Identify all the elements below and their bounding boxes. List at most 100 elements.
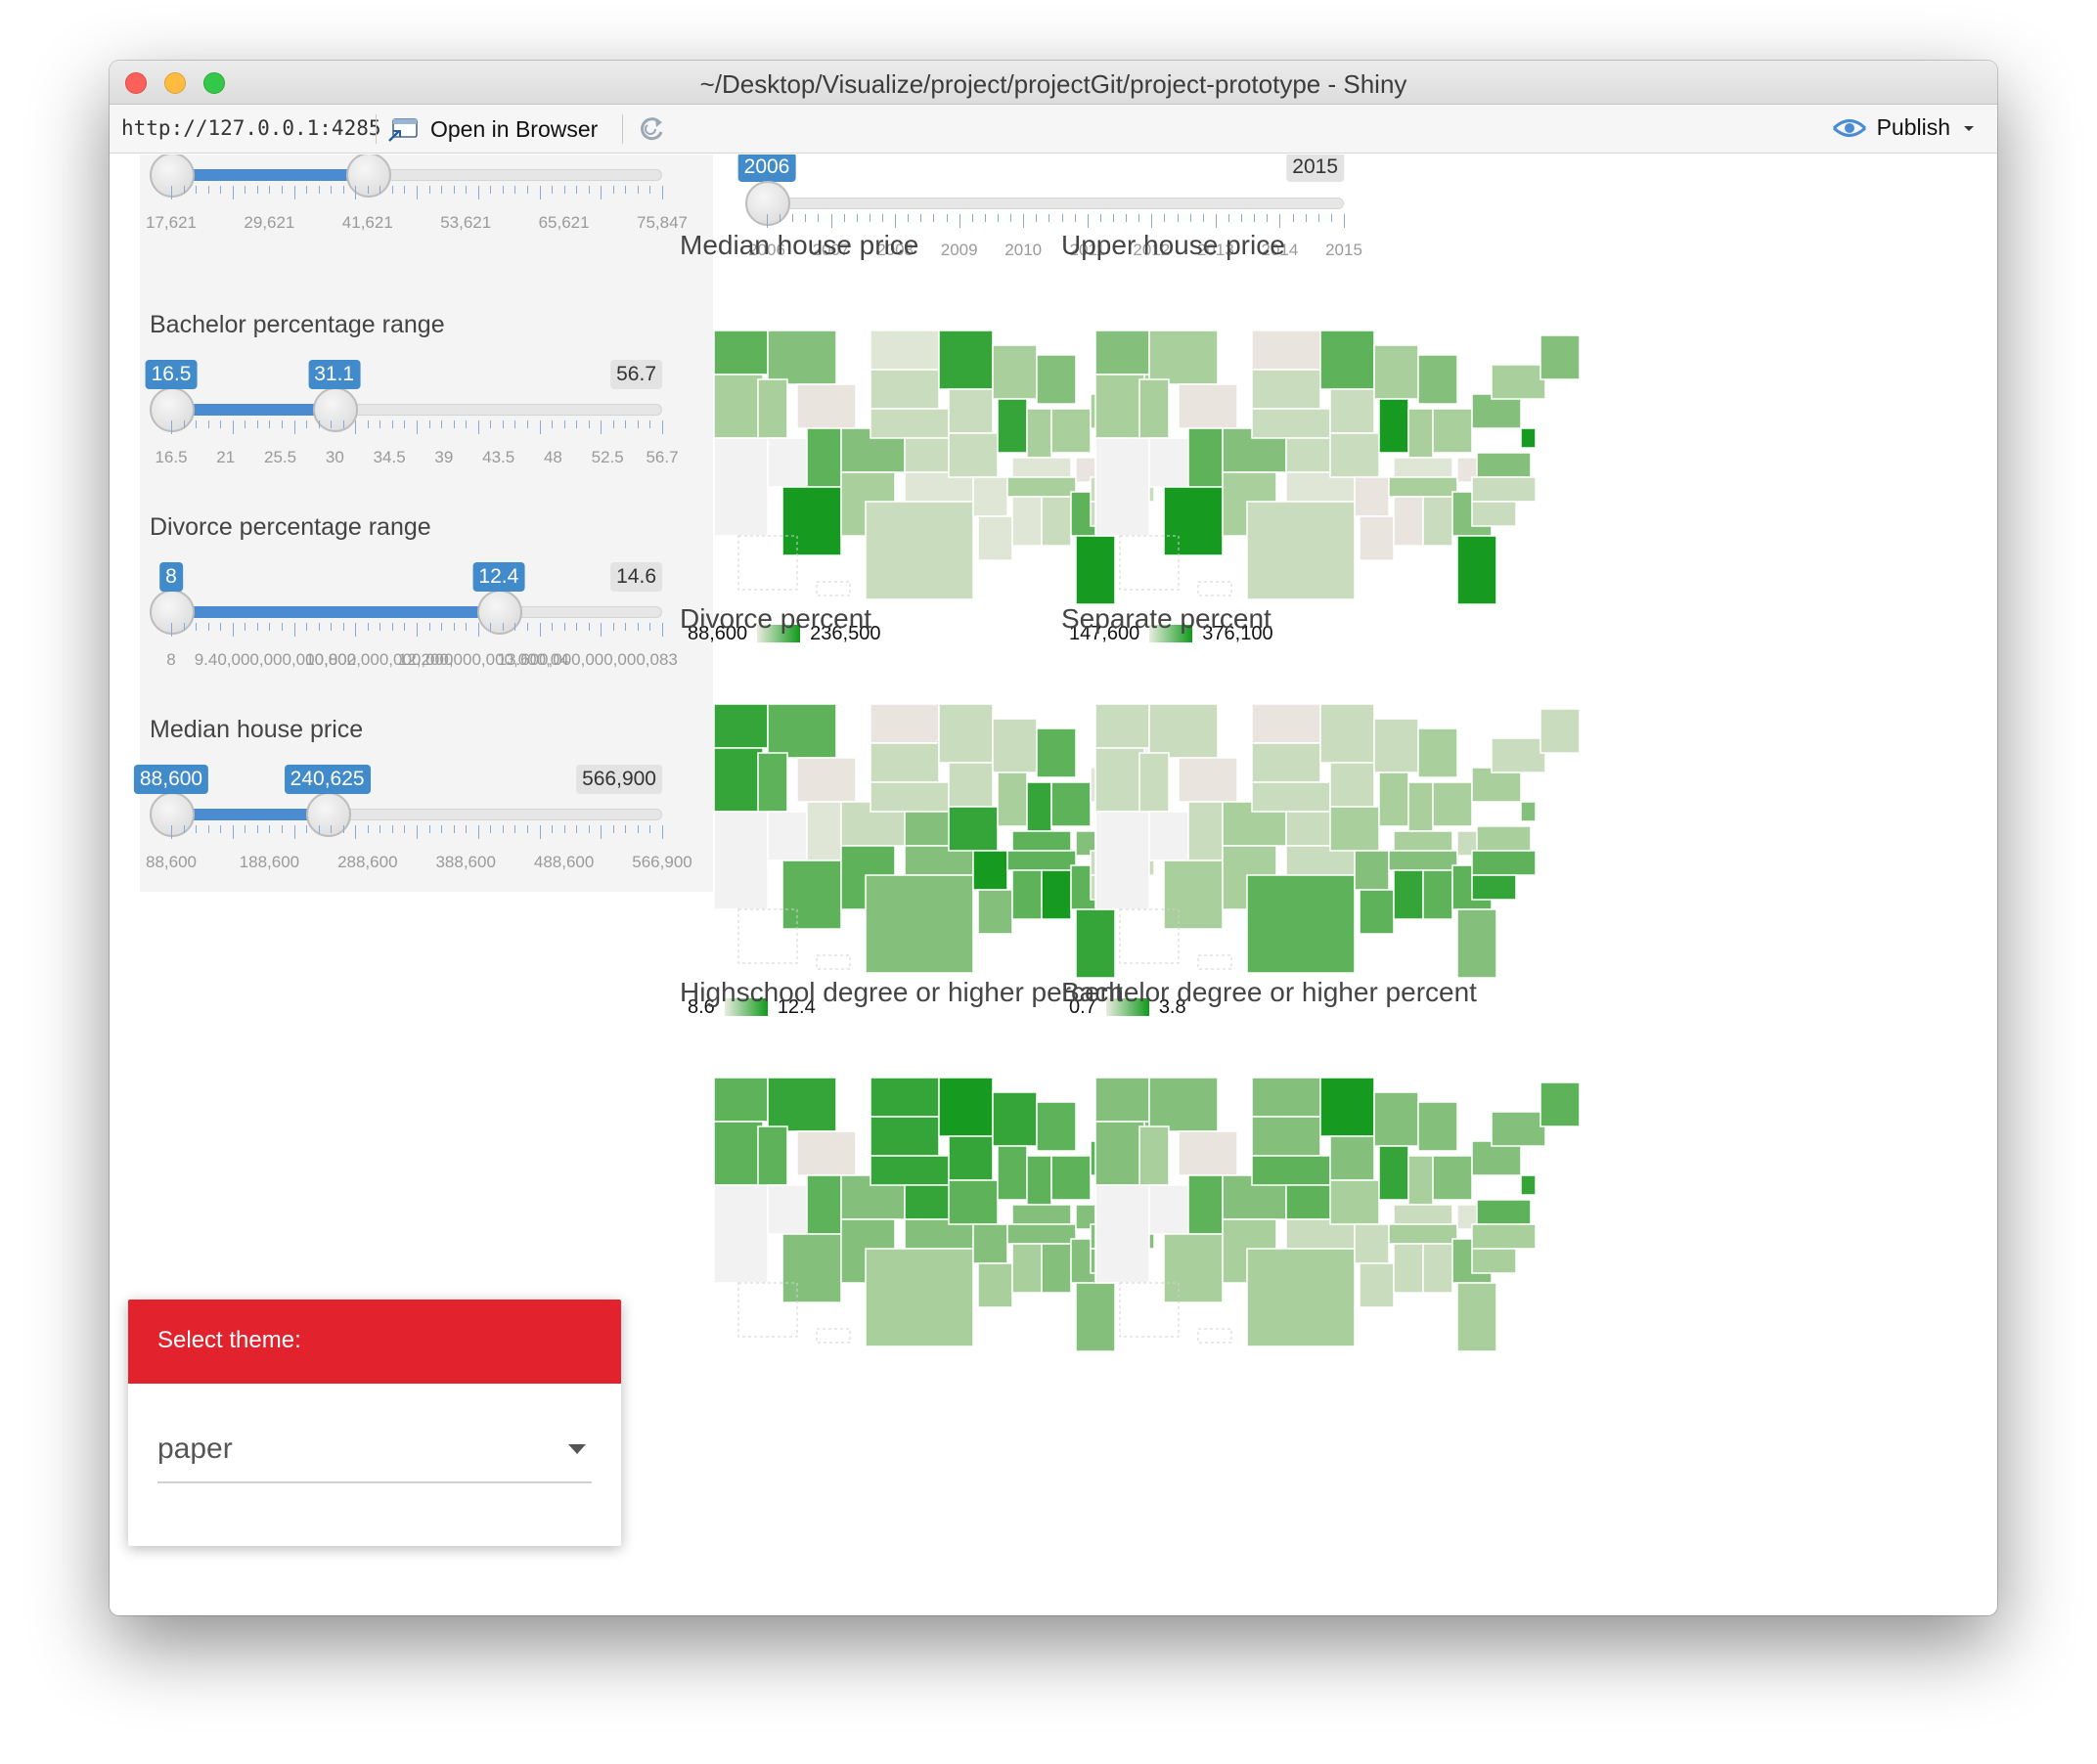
state-region-mt[interactable] [767, 1077, 837, 1132]
state-region-la[interactable] [1359, 1262, 1395, 1308]
state-region-wi[interactable] [992, 1091, 1038, 1147]
state-region-wi[interactable] [1373, 1091, 1419, 1147]
state-region-wy[interactable] [796, 383, 857, 429]
state-region-mt[interactable] [1148, 1077, 1219, 1132]
state-region-az[interactable] [1163, 1233, 1224, 1303]
slider-track[interactable] [150, 387, 662, 432]
state-region-wa[interactable] [713, 330, 769, 375]
state-region-or[interactable] [713, 1121, 764, 1186]
state-region-de[interactable] [1520, 801, 1537, 822]
state-region-ia[interactable] [1329, 388, 1375, 434]
state-region-ca[interactable] [713, 1184, 769, 1284]
state-region-nv[interactable] [1148, 1184, 1189, 1235]
us-state-map[interactable] [1081, 326, 1609, 604]
state-region-fl[interactable] [1456, 535, 1497, 604]
state-region-nv[interactable] [767, 437, 808, 488]
state-region-la[interactable] [977, 1262, 1013, 1308]
publish-button[interactable]: Publish [1832, 114, 1978, 141]
state-region-ar[interactable] [1354, 476, 1390, 517]
state-region-ia[interactable] [1329, 762, 1375, 808]
state-region-sd[interactable] [870, 1116, 940, 1157]
state-region-ky[interactable] [1011, 830, 1072, 852]
state-region-wi[interactable] [1373, 344, 1419, 400]
state-region-mi[interactable] [1417, 1101, 1458, 1152]
state-region-oh[interactable] [1432, 781, 1473, 827]
state-region-sd[interactable] [870, 742, 940, 783]
year-slider-track[interactable] [745, 181, 1344, 226]
state-region-or[interactable] [1094, 747, 1145, 813]
state-region-or[interactable] [1094, 1121, 1145, 1186]
state-region-al[interactable] [1041, 1243, 1072, 1294]
state-region-id[interactable] [757, 752, 788, 813]
state-region-de[interactable] [1520, 1174, 1537, 1196]
state-region-ky[interactable] [1393, 830, 1453, 852]
state-region-la[interactable] [977, 889, 1013, 935]
state-region-mo[interactable] [948, 1179, 999, 1225]
state-region-mt[interactable] [1148, 330, 1219, 385]
state-region-hi[interactable] [1197, 954, 1232, 970]
state-region-il[interactable] [997, 398, 1028, 454]
state-region-ca[interactable] [1094, 1184, 1150, 1284]
state-region-ne[interactable] [1251, 408, 1331, 439]
state-region-az[interactable] [1163, 860, 1224, 930]
state-region-ne[interactable] [870, 408, 950, 439]
state-region-id[interactable] [1138, 752, 1170, 813]
state-region-ca[interactable] [713, 437, 769, 537]
state-region-ne[interactable] [1251, 1155, 1331, 1186]
state-region-il[interactable] [997, 1145, 1028, 1201]
state-region-tx[interactable] [865, 874, 974, 974]
state-region-tn[interactable] [1006, 1223, 1077, 1245]
state-region-ky[interactable] [1393, 457, 1453, 478]
state-region-hi[interactable] [1197, 1328, 1232, 1344]
state-region-la[interactable] [977, 515, 1013, 561]
state-region-hi[interactable] [816, 954, 851, 970]
state-region-il[interactable] [1378, 772, 1409, 827]
state-region-tn[interactable] [1006, 476, 1077, 498]
state-region-ms[interactable] [1011, 869, 1043, 920]
state-region-in[interactable] [1407, 408, 1434, 459]
state-region-ms[interactable] [1011, 496, 1043, 547]
slider-track[interactable] [150, 792, 662, 837]
state-region-la[interactable] [1359, 889, 1395, 935]
state-region-sd[interactable] [1251, 742, 1321, 783]
state-region-va[interactable] [1476, 452, 1532, 478]
state-region-wa[interactable] [713, 1077, 769, 1123]
state-region-fl[interactable] [1456, 1282, 1497, 1351]
state-region-wa[interactable] [713, 703, 769, 749]
state-region-va[interactable] [1476, 1199, 1532, 1225]
state-region-me[interactable] [1539, 708, 1581, 754]
state-region-ia[interactable] [948, 762, 994, 808]
state-region-wy[interactable] [796, 757, 857, 803]
state-region-ar[interactable] [972, 850, 1008, 891]
state-region-sc[interactable] [1471, 1248, 1517, 1274]
state-region-mo[interactable] [948, 806, 999, 852]
state-region-in[interactable] [1026, 408, 1052, 459]
state-region-ms[interactable] [1393, 496, 1424, 547]
state-region-ut[interactable] [1187, 801, 1224, 861]
state-region-ca[interactable] [713, 811, 769, 910]
state-region-ms[interactable] [1393, 1243, 1424, 1294]
state-region-il[interactable] [1378, 1145, 1409, 1201]
state-region-az[interactable] [1163, 486, 1224, 556]
state-region-mn[interactable] [938, 703, 994, 764]
chevron-down-icon[interactable] [1960, 119, 1978, 137]
us-state-map[interactable] [1081, 699, 1609, 978]
state-region-mn[interactable] [1319, 703, 1375, 764]
state-region-nc[interactable] [1471, 476, 1537, 503]
state-region-nv[interactable] [767, 1184, 808, 1235]
state-region-wi[interactable] [992, 344, 1038, 400]
state-region-sc[interactable] [1471, 501, 1517, 527]
state-region-ut[interactable] [806, 427, 842, 488]
state-region-ut[interactable] [806, 801, 842, 861]
state-region-mt[interactable] [767, 330, 837, 385]
state-region-mn[interactable] [1319, 1077, 1375, 1137]
state-region-la[interactable] [1359, 515, 1395, 561]
state-region-ca[interactable] [1094, 437, 1150, 537]
state-region-ar[interactable] [1354, 850, 1390, 891]
state-region-nv[interactable] [1148, 811, 1189, 861]
state-region-ms[interactable] [1011, 1243, 1043, 1294]
state-region-me[interactable] [1539, 334, 1581, 380]
state-region-sd[interactable] [1251, 369, 1321, 410]
slider-track[interactable] [150, 590, 662, 635]
slider-track[interactable] [150, 154, 662, 198]
